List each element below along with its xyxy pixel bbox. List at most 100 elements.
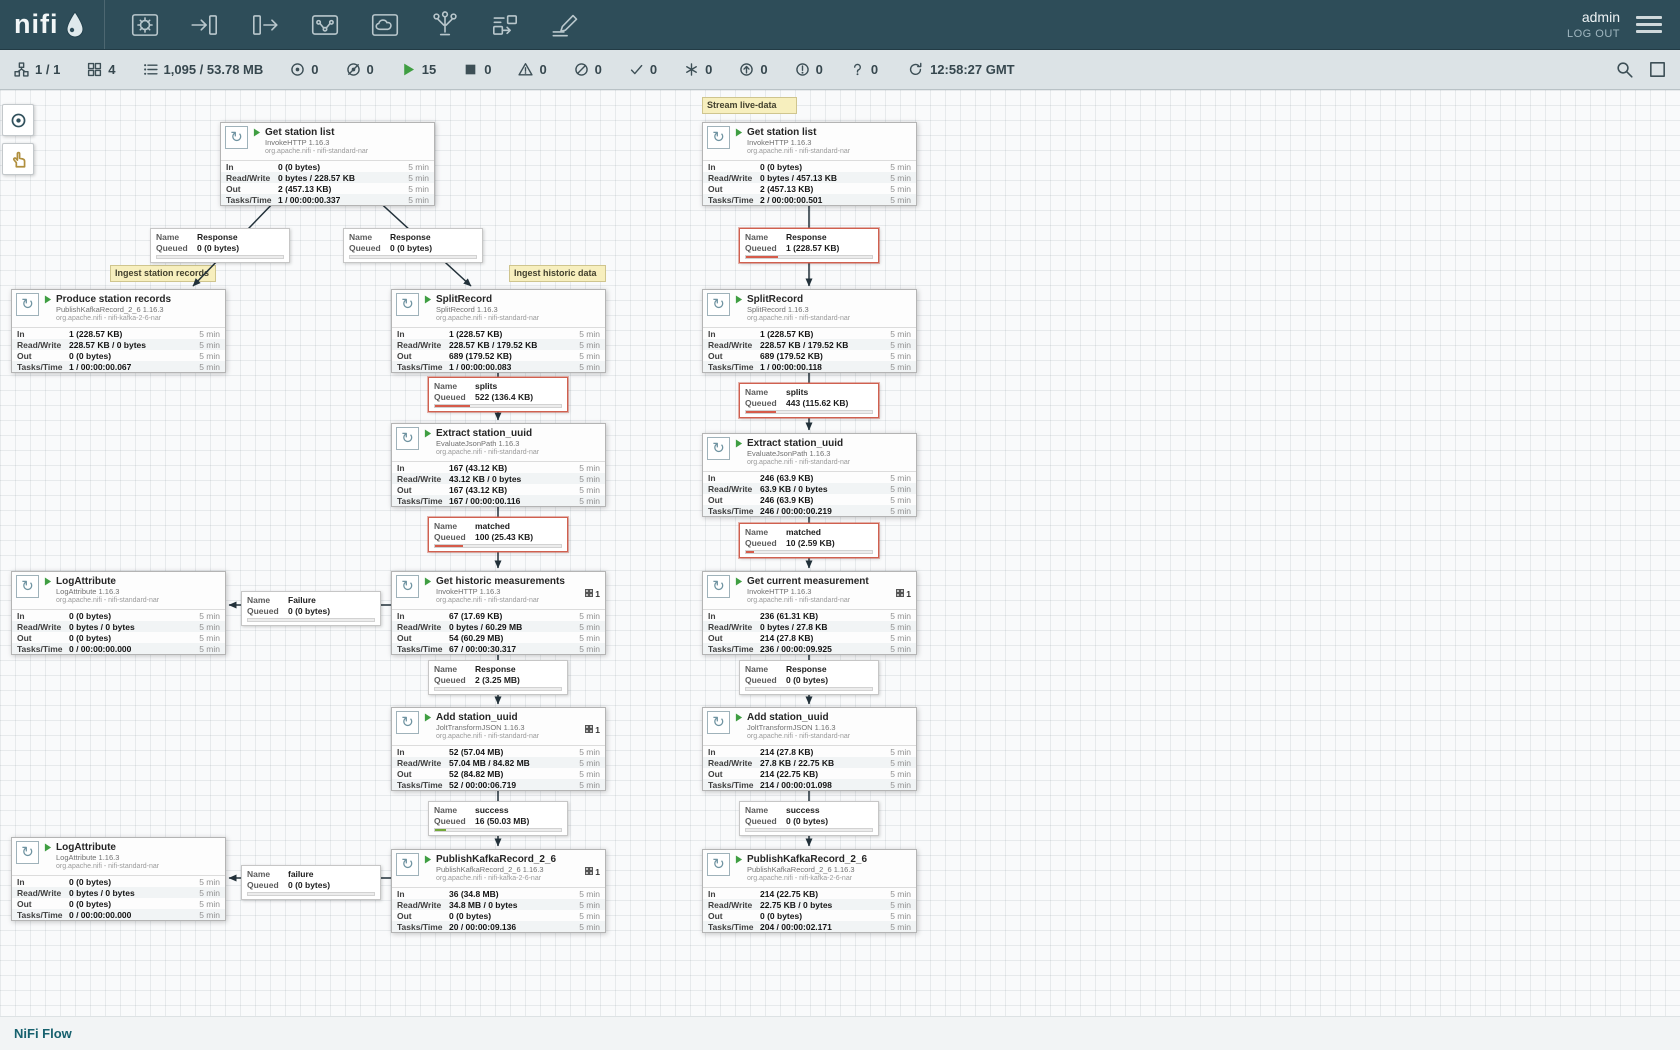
new-funnel-tool[interactable] <box>427 7 463 43</box>
stat-label: In <box>397 611 449 621</box>
stat-value: 2 (457.13 KB) <box>278 184 331 194</box>
processor[interactable]: ↻PublishKafkaRecord_2_6PublishKafkaRecor… <box>702 849 917 933</box>
new-output-port-tool[interactable] <box>247 7 283 43</box>
processor-type: InvokeHTTP 1.16.3 <box>265 138 429 147</box>
connection-label[interactable]: NamesplitsQueued522 (136.4 KB) <box>428 377 568 412</box>
status-locally-modified-count: 0 <box>705 62 712 77</box>
stat-row-in: In0 (0 bytes)5 min <box>12 876 225 887</box>
connection-queued-key: Queued <box>247 880 283 890</box>
panel-toggle-button[interactable] <box>1649 61 1666 78</box>
connection-name-row: Namesuccess <box>745 804 873 815</box>
stat-label: Tasks/Time <box>226 195 278 205</box>
processor-stats: In67 (17.69 KB)5 minRead/Write0 bytes / … <box>392 609 605 654</box>
processor[interactable]: ↻Extract station_uuidEvaluateJsonPath 1.… <box>391 423 606 507</box>
search-button[interactable] <box>1616 61 1633 78</box>
new-input-port-tool[interactable] <box>187 7 223 43</box>
stat-label: Read/Write <box>708 484 760 494</box>
processor-tile-icon: ↻ <box>707 853 730 876</box>
run-status-play-icon <box>735 439 743 448</box>
queue-progress-fill <box>746 256 778 258</box>
stat-row-out: Out246 (63.9 KB)5 min <box>703 494 916 505</box>
stat-window: 5 min <box>890 506 911 516</box>
processor[interactable]: ↻SplitRecordSplitRecord 1.16.3org.apache… <box>702 289 917 373</box>
connection-label[interactable]: NameResponseQueued1 (228.57 KB) <box>739 228 879 263</box>
stat-row-in: In52 (57.04 MB)5 min <box>392 746 605 757</box>
connection-label[interactable]: NamematchedQueued100 (25.43 KB) <box>428 517 568 552</box>
stat-window: 5 min <box>199 351 220 361</box>
connection-label[interactable]: NamematchedQueued10 (2.59 KB) <box>739 523 879 558</box>
queue-progress-bar <box>247 892 375 896</box>
connection-label[interactable]: NamefailureQueued0 (0 bytes) <box>241 865 381 900</box>
connection-label[interactable]: NameResponseQueued0 (0 bytes) <box>150 228 290 263</box>
processor[interactable]: ↻PublishKafkaRecord_2_6PublishKafkaRecor… <box>391 849 606 933</box>
status-locally-modified-stale-count: 0 <box>816 62 823 77</box>
processor-name-row: Add station_uuid <box>424 711 600 723</box>
stat-row-out: Out689 (179.52 KB)5 min <box>703 350 916 361</box>
stat-window: 5 min <box>890 611 911 621</box>
processor[interactable]: ↻Get station listInvokeHTTP 1.16.3org.ap… <box>220 122 435 206</box>
stat-row-in: In236 (61.31 KB)5 min <box>703 610 916 621</box>
new-template-tool[interactable] <box>487 7 523 43</box>
stat-row-out: Out167 (43.12 KB)5 min <box>392 484 605 495</box>
processor-title-box: Get current measurementInvokeHTTP 1.16.3… <box>735 575 911 605</box>
processor-header: ↻PublishKafkaRecord_2_6PublishKafkaRecor… <box>703 850 916 884</box>
operate-palette-button[interactable] <box>2 143 34 175</box>
queued-icon <box>143 62 158 77</box>
breadcrumb-root-link[interactable]: NiFi Flow <box>14 1026 72 1041</box>
active-threads-badge: 1 <box>585 867 600 877</box>
stat-value: 246 / 00:00:00.219 <box>760 506 832 516</box>
connection-queued-value: 0 (0 bytes) <box>288 606 330 616</box>
stat-label: Tasks/Time <box>708 922 760 932</box>
processor[interactable]: ↻Get current measurementInvokeHTTP 1.16.… <box>702 571 917 655</box>
connection-label[interactable]: NameResponseQueued0 (0 bytes) <box>739 660 879 695</box>
connection-name-value: success <box>475 805 509 815</box>
stat-window: 5 min <box>199 633 220 643</box>
processor[interactable]: ↻LogAttributeLogAttribute 1.16.3org.apac… <box>11 571 226 655</box>
connection-queued-key: Queued <box>349 243 385 253</box>
stat-window: 5 min <box>579 474 600 484</box>
processor[interactable]: ↻Get historic measurementsInvokeHTTP 1.1… <box>391 571 606 655</box>
new-remote-process-group-tool[interactable] <box>367 7 403 43</box>
stat-label: Out <box>708 495 760 505</box>
processor[interactable]: ↻LogAttributeLogAttribute 1.16.3org.apac… <box>11 837 226 921</box>
logout-link[interactable]: LOG OUT <box>1567 27 1620 42</box>
connection-label[interactable]: NamesplitsQueued443 (115.62 KB) <box>739 383 879 418</box>
stat-label: In <box>708 889 760 899</box>
stat-label: Read/Write <box>397 340 449 350</box>
stat-value: 57.04 MB / 84.82 MB <box>449 758 530 768</box>
global-menu-button[interactable] <box>1636 12 1662 37</box>
connection-label[interactable]: NamesuccessQueued16 (50.03 MB) <box>428 801 568 836</box>
processor[interactable]: ↻Add station_uuidJoltTransformJSON 1.16.… <box>391 707 606 791</box>
stat-label: Out <box>17 351 69 361</box>
new-processor-tool[interactable] <box>127 7 163 43</box>
connection-label[interactable]: NameFailureQueued0 (0 bytes) <box>241 591 381 626</box>
stat-value: 52 / 00:00:06.719 <box>449 780 516 790</box>
processor-stats: In0 (0 bytes)5 minRead/Write0 bytes / 0 … <box>12 609 225 654</box>
connection-label[interactable]: NamesuccessQueued0 (0 bytes) <box>739 801 879 836</box>
stat-value: 0 bytes / 228.57 KB <box>278 173 355 183</box>
stat-label: Out <box>708 184 760 194</box>
stat-label: Out <box>708 769 760 779</box>
connection-name-key: Name <box>745 387 781 397</box>
processor-bundle: org.apache.nifi - nifi-standard-nar <box>436 314 600 323</box>
connection-label[interactable]: NameResponseQueued0 (0 bytes) <box>343 228 483 263</box>
processor[interactable]: ↻Produce station recordsPublishKafkaReco… <box>11 289 226 373</box>
refresh-icon[interactable] <box>908 62 923 77</box>
processor[interactable]: ↻Get station listInvokeHTTP 1.16.3org.ap… <box>702 122 917 206</box>
processor[interactable]: ↻SplitRecordSplitRecord 1.16.3org.apache… <box>391 289 606 373</box>
stat-label: Read/Write <box>397 900 449 910</box>
processor[interactable]: ↻Add station_uuidJoltTransformJSON 1.16.… <box>702 707 917 791</box>
threads-grid-icon <box>585 589 593 599</box>
stat-row-out: Out0 (0 bytes)5 min <box>12 898 225 909</box>
new-label-tool[interactable] <box>547 7 583 43</box>
status-transmitting-count: 0 <box>311 62 318 77</box>
new-process-group-tool[interactable] <box>307 7 343 43</box>
navigate-palette-button[interactable] <box>2 104 34 136</box>
processor[interactable]: ↻Extract station_uuidEvaluateJsonPath 1.… <box>702 433 917 517</box>
stat-row-read_write: Read/Write43.12 KB / 0 bytes5 min <box>392 473 605 484</box>
stat-value: 689 (179.52 KB) <box>449 351 512 361</box>
connection-name-key: Name <box>247 869 283 879</box>
stat-label: In <box>397 889 449 899</box>
connection-label[interactable]: NameResponseQueued2 (3.25 MB) <box>428 660 568 695</box>
flow-canvas[interactable]: Stream live-dataIngest station recordsIn… <box>0 90 1680 1016</box>
